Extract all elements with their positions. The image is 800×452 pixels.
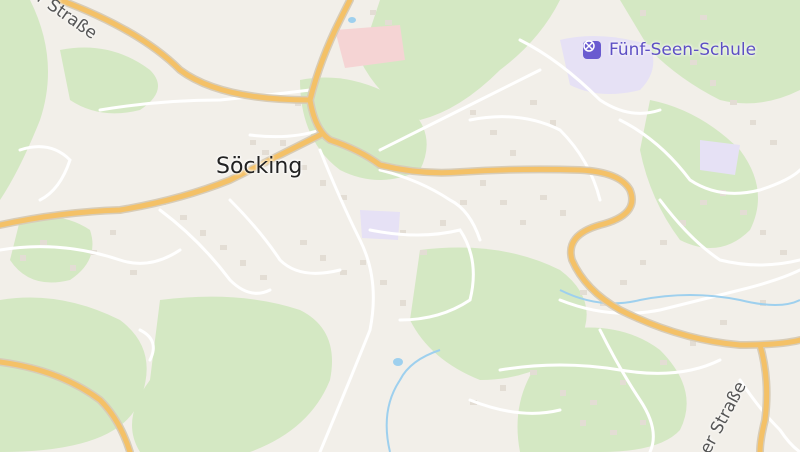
pond	[393, 358, 403, 366]
poi-name: Fünf-Seen-Schule	[609, 40, 757, 60]
map-canvas[interactable]	[0, 0, 800, 452]
school-area-3	[360, 210, 400, 240]
map-view[interactable]: Söcking Fünf-Seen-Schule er Straße er St…	[0, 0, 800, 452]
place-label: Söcking	[216, 154, 303, 179]
school-icon	[583, 40, 601, 59]
school-area-2	[700, 140, 740, 175]
poi-fuenf-seen-schule[interactable]: Fünf-Seen-Schule	[583, 40, 756, 60]
pond-2	[348, 17, 356, 23]
